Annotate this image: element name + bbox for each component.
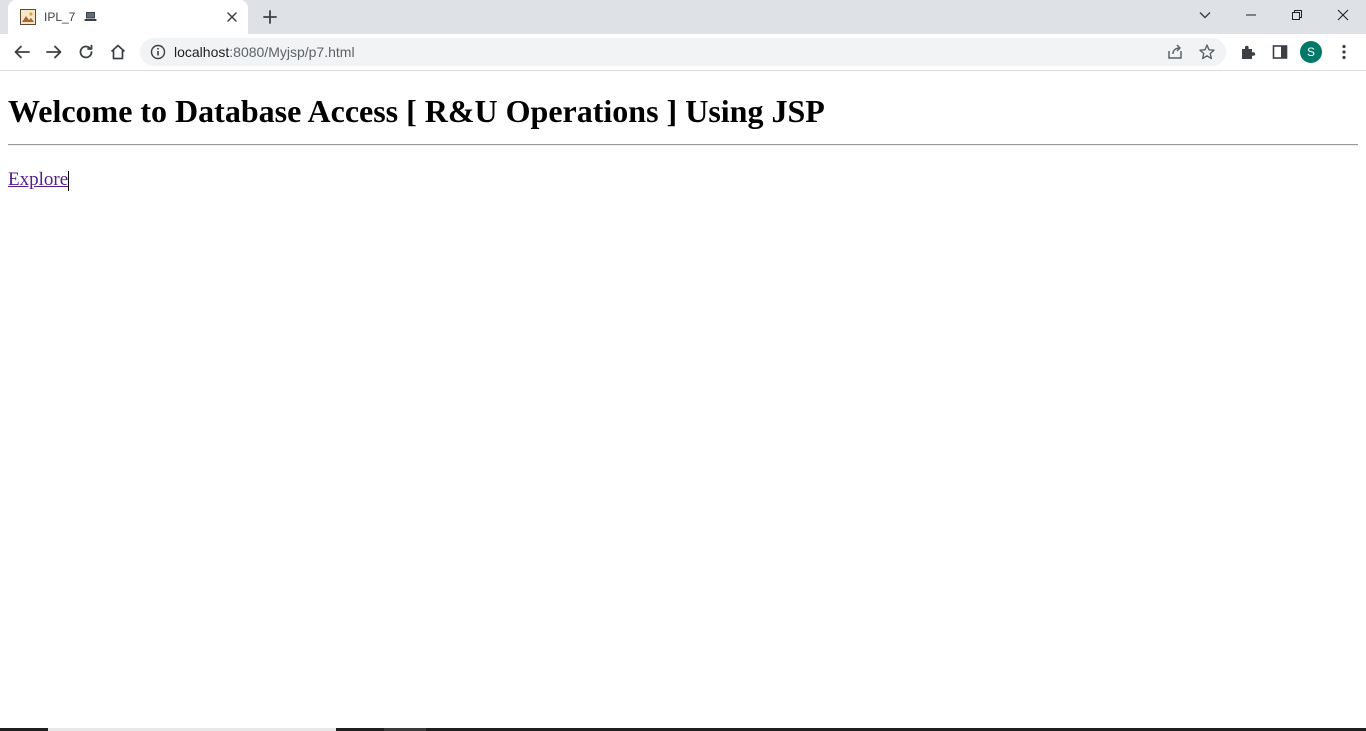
address-bar[interactable]: localhost:8080/Myjsp/p7.html	[140, 38, 1226, 66]
url-text[interactable]: localhost:8080/Myjsp/p7.html	[174, 44, 355, 60]
page-heading: Welcome to Database Access [ R&U Operati…	[8, 93, 825, 129]
reload-icon	[79, 44, 93, 59]
puzzle-icon	[1242, 45, 1256, 59]
home-icon	[110, 44, 126, 60]
minimize-button[interactable]	[1228, 0, 1274, 30]
back-button[interactable]	[10, 40, 34, 64]
back-arrow-icon	[14, 45, 30, 59]
home-button[interactable]	[106, 40, 130, 64]
tab-search-button[interactable]	[1182, 0, 1228, 30]
restore-button[interactable]	[1274, 0, 1320, 30]
side-panel-icon	[1272, 45, 1288, 59]
forward-arrow-icon	[46, 45, 62, 59]
share-icon[interactable]	[1166, 43, 1184, 61]
menu-button[interactable]	[1332, 40, 1356, 64]
minimize-icon	[1246, 14, 1256, 16]
profile-avatar[interactable]: S	[1300, 41, 1322, 63]
new-tab-icon[interactable]	[260, 7, 280, 27]
star-icon[interactable]	[1198, 43, 1216, 61]
explore-link[interactable]: Explore	[8, 169, 68, 191]
horizontal-rule	[8, 144, 1358, 146]
restore-icon	[1292, 10, 1302, 20]
close-icon	[1337, 9, 1349, 21]
kebab-menu-icon	[1342, 44, 1346, 60]
url-path: :8080/Myjsp/p7.html	[229, 44, 355, 60]
browser-toolbar: localhost:8080/Myjsp/p7.html S	[0, 34, 1366, 71]
close-window-button[interactable]	[1320, 0, 1366, 30]
text-cursor	[68, 171, 69, 191]
chevron-down-icon	[1199, 12, 1211, 19]
laptop-icon	[84, 12, 97, 21]
browser-tab[interactable]: IPL_7	[8, 0, 248, 34]
info-icon[interactable]	[150, 44, 166, 60]
side-panel-button[interactable]	[1268, 40, 1292, 64]
forward-button[interactable]	[42, 40, 66, 64]
tab-strip: IPL_7	[0, 0, 1366, 34]
extensions-button[interactable]	[1236, 40, 1260, 64]
image-favicon-icon	[20, 9, 36, 25]
reload-button[interactable]	[74, 40, 98, 64]
tab-title: IPL_7	[44, 10, 76, 24]
close-tab-icon[interactable]	[224, 9, 240, 25]
url-host: localhost	[174, 44, 230, 60]
page-content: Welcome to Database Access [ R&U Operati…	[0, 71, 1366, 728]
